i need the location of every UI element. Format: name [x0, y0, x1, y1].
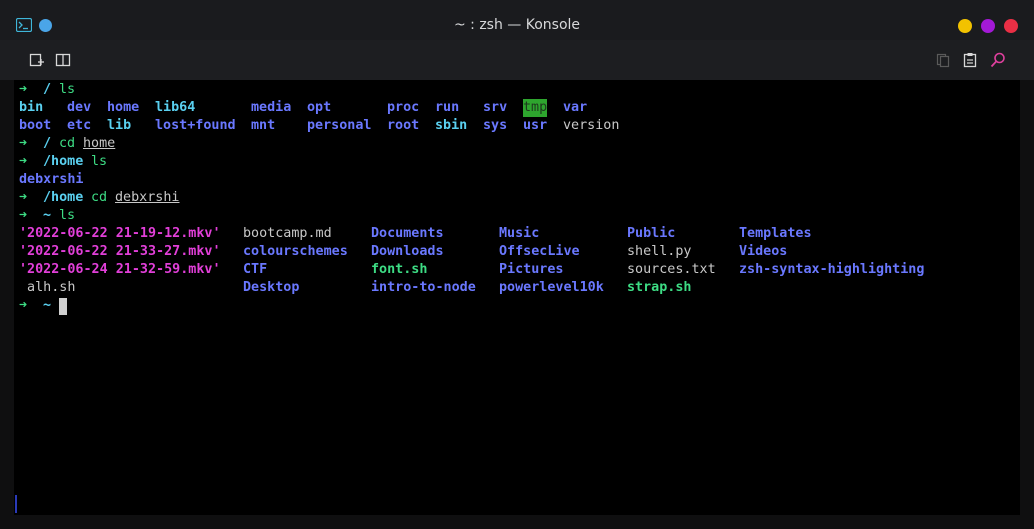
maximize-button[interactable] — [981, 19, 995, 33]
list-item: version — [563, 118, 620, 133]
list-item: '2022-06-22 21-19-12.mkv' — [19, 226, 221, 241]
list-item: mnt — [251, 118, 276, 133]
prompt-dir: /home — [43, 154, 84, 169]
window-frame — [0, 515, 1034, 529]
ls-output-row: boot etc lib lost+found mnt personal roo… — [19, 117, 619, 135]
terminal-view[interactable]: ➜ / ls bin dev home lib64 media opt proc… — [14, 80, 1020, 515]
command: ls — [59, 82, 76, 97]
prompt-line: ➜ ~ ls — [19, 207, 75, 225]
command: ls — [59, 208, 76, 223]
command: cd — [59, 136, 76, 151]
list-item: home — [107, 100, 140, 115]
list-item: shell.py — [627, 244, 692, 259]
prompt-arrow: ➜ — [19, 298, 28, 313]
ls-output-row: '2022-06-24 21-32-59.mkv' CTF font.sh Pi… — [19, 261, 924, 279]
list-item: sources.txt — [627, 262, 716, 277]
list-item: Pictures — [499, 262, 564, 277]
list-item: bin — [19, 100, 44, 115]
list-item: root — [387, 118, 420, 133]
list-item: run — [435, 100, 460, 115]
toolbar — [0, 40, 1034, 80]
command: ls — [91, 154, 108, 169]
list-item: powerlevel10k — [499, 280, 604, 295]
ls-output-row: alh.sh Desktop intro-to-node powerlevel1… — [19, 279, 691, 297]
list-item: srv — [483, 100, 508, 115]
scroll-marker — [15, 495, 17, 513]
list-item: Music — [499, 226, 540, 241]
prompt-line: ➜ /home ls — [19, 153, 107, 171]
text-cursor[interactable] — [59, 298, 67, 315]
ls-output-row: debxrshi — [19, 171, 84, 189]
list-item: media — [251, 100, 292, 115]
split-view-icon[interactable] — [54, 51, 72, 69]
ls-output-row: bin dev home lib64 media opt proc run sr… — [19, 99, 587, 117]
list-item: Public — [627, 226, 676, 241]
list-item: Templates — [739, 226, 812, 241]
list-item: Videos — [739, 244, 788, 259]
find-icon[interactable] — [989, 51, 1007, 69]
prompt-line: ➜ /home cd debxrshi — [19, 189, 180, 207]
list-item: boot — [19, 118, 52, 133]
list-item: OffsecLive — [499, 244, 580, 259]
list-item: usr — [523, 118, 548, 133]
prompt-line: ➜ / ls — [19, 81, 75, 99]
command: cd — [91, 190, 108, 205]
minimize-button[interactable] — [958, 19, 972, 33]
list-item: alh.sh — [19, 280, 76, 295]
prompt-arrow: ➜ — [19, 154, 28, 169]
list-item: font.sh — [371, 262, 428, 277]
close-button[interactable] — [1004, 19, 1018, 33]
list-item: sbin — [435, 118, 468, 133]
prompt-line: ➜ ~ — [19, 297, 67, 315]
list-item: personal — [307, 118, 372, 133]
command-arg: debxrshi — [115, 190, 180, 205]
prompt-arrow: ➜ — [19, 208, 28, 223]
prompt-dir: /home — [43, 190, 84, 205]
list-item: '2022-06-24 21-32-59.mkv' — [19, 262, 221, 277]
ls-output-row: '2022-06-22 21-19-12.mkv' bootcamp.md Do… — [19, 225, 812, 243]
command-arg: home — [83, 136, 116, 151]
list-item: bootcamp.md — [243, 226, 332, 241]
list-item: lost+found — [155, 118, 236, 133]
list-item: strap.sh — [627, 280, 692, 295]
list-item: '2022-06-22 21-33-27.mkv' — [19, 244, 221, 259]
list-item: Documents — [371, 226, 444, 241]
list-item: zsh-syntax-highlighting — [739, 262, 925, 277]
prompt-arrow: ➜ — [19, 136, 28, 151]
ls-output-row: '2022-06-22 21-33-27.mkv' colourschemes … — [19, 243, 787, 261]
list-item: Desktop — [243, 280, 300, 295]
new-tab-icon[interactable] — [28, 51, 46, 69]
prompt-line: ➜ / cd home — [19, 135, 115, 153]
list-item: CTF — [243, 262, 268, 277]
prompt-arrow: ➜ — [19, 190, 28, 205]
list-item: opt — [307, 100, 332, 115]
list-item: etc — [67, 118, 92, 133]
prompt-dir: ~ — [43, 298, 52, 313]
prompt-dir: / — [43, 82, 52, 97]
list-item: var — [563, 100, 588, 115]
list-item: intro-to-node — [371, 280, 476, 295]
window-frame — [1020, 80, 1034, 529]
konsole-window: ~ : zsh — Konsole ➜ / ls bin dev home li… — [0, 0, 1034, 529]
list-item: lib64 — [155, 100, 196, 115]
paste-icon[interactable] — [961, 51, 979, 69]
list-item: Downloads — [371, 244, 444, 259]
window-frame — [0, 80, 14, 529]
list-item: lib — [107, 118, 132, 133]
list-item: sys — [483, 118, 508, 133]
list-item: debxrshi — [19, 172, 84, 187]
prompt-dir: / — [43, 136, 52, 151]
list-item: colourschemes — [243, 244, 348, 259]
list-item: tmp — [523, 99, 548, 117]
copy-icon[interactable] — [934, 51, 952, 69]
list-item: proc — [387, 100, 420, 115]
window-title: ~ : zsh — Konsole — [453, 17, 581, 33]
prompt-dir: ~ — [43, 208, 52, 223]
list-item: dev — [67, 100, 92, 115]
prompt-arrow: ➜ — [19, 82, 28, 97]
